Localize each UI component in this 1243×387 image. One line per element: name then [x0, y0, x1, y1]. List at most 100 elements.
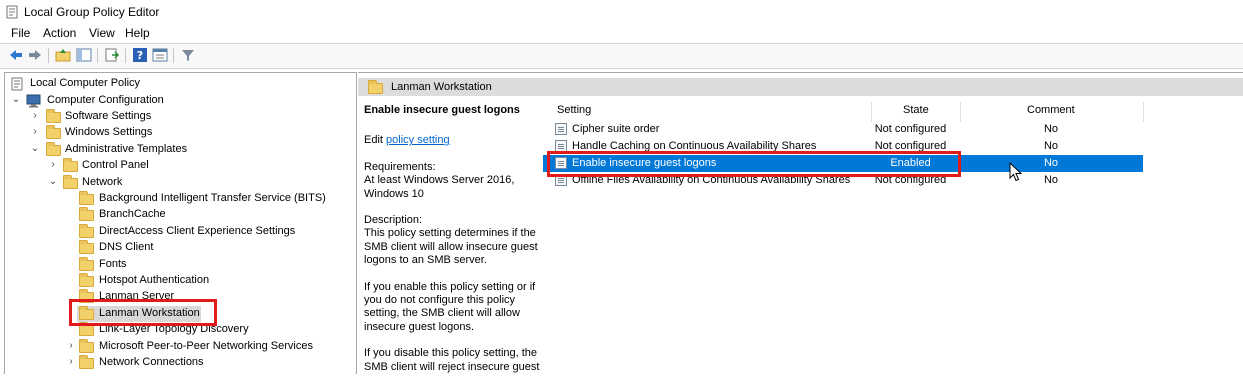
edit-prefix: Edit — [364, 134, 387, 147]
results-pane-title: Lanman Workstation — [391, 81, 492, 93]
tree-node-windows-settings[interactable]: › Windows Settings — [29, 125, 349, 141]
console-tree: Local Computer Policy ⌄ Computer Configu… — [4, 72, 357, 374]
tree-node-local-computer-policy[interactable]: Local Computer Policy — [7, 76, 347, 92]
tree-node-administrative-templates[interactable]: ⌄ Administrative Templates — [29, 142, 349, 158]
menu-view[interactable]: View — [89, 26, 115, 40]
chevron-down-icon[interactable]: ⌄ — [47, 176, 59, 188]
column-divider[interactable] — [1143, 102, 1144, 122]
folder-icon — [46, 125, 61, 139]
folder-icon — [63, 158, 78, 172]
folder-icon — [46, 142, 61, 156]
tree-label: Fonts — [99, 258, 127, 270]
tree-node-network-connections[interactable]: › Network Connections — [65, 355, 345, 371]
toolbar-separator — [173, 48, 174, 63]
toolbar-separator — [48, 48, 49, 63]
requirements-block: Requirements: At least Windows Server 20… — [364, 161, 542, 201]
policy-setting-icon — [555, 123, 567, 135]
chevron-right-icon[interactable]: › — [65, 340, 77, 352]
folder-icon — [79, 207, 94, 221]
menu-file[interactable]: File — [11, 26, 30, 40]
folder-icon — [79, 355, 94, 369]
chevron-down-icon[interactable]: ⌄ — [10, 94, 22, 106]
tree-label: Hotspot Authentication — [99, 274, 210, 286]
tree-label: Background Intelligent Transfer Service … — [99, 192, 326, 204]
requirements-text: At least Windows Server 2016, Windows 10 — [364, 174, 515, 200]
folder-icon — [79, 224, 94, 238]
tree-node-control-panel[interactable]: › Control Panel — [47, 158, 347, 174]
tree-label: BranchCache — [99, 208, 166, 220]
policy-icon — [11, 77, 26, 91]
results-pane: Lanman Workstation Enable insecure guest… — [358, 72, 1243, 374]
policy-comment: No — [1043, 123, 1059, 135]
filter-icon[interactable] — [180, 47, 196, 63]
folder-icon — [79, 339, 94, 353]
help-icon[interactable]: ? — [132, 47, 148, 63]
tree-label: Network Connections — [99, 356, 204, 368]
tree-label: Microsoft Peer-to-Peer Networking Servic… — [99, 340, 313, 352]
tree-node-computer-configuration[interactable]: ⌄ Computer Configuration — [10, 93, 350, 109]
chevron-right-icon[interactable]: › — [29, 126, 41, 138]
folder-icon — [79, 191, 94, 205]
menu-bar: File Action View Help — [0, 24, 1243, 43]
results-pane-header: Lanman Workstation — [358, 78, 1243, 96]
folder-icon — [368, 80, 383, 94]
show-hide-tree-icon[interactable] — [76, 47, 92, 63]
up-folder-icon[interactable] — [55, 47, 71, 63]
policy-editor-icon — [6, 5, 18, 19]
properties-icon[interactable] — [152, 47, 168, 63]
menu-help[interactable]: Help — [125, 26, 150, 40]
export-list-icon[interactable] — [104, 47, 120, 63]
chevron-right-icon[interactable]: › — [47, 159, 59, 171]
tree-node-fonts[interactable]: Fonts — [65, 257, 345, 273]
column-divider[interactable] — [871, 102, 872, 122]
column-divider[interactable] — [960, 102, 961, 122]
requirements-label: Requirements: — [364, 160, 436, 173]
tree-label: Software Settings — [65, 110, 152, 122]
tree-label: Network — [82, 176, 123, 188]
tree-label: Windows Settings — [65, 126, 153, 138]
tree-highlight-box — [69, 299, 217, 326]
tree-node-dns-client[interactable]: DNS Client — [65, 240, 345, 256]
chevron-right-icon[interactable]: › — [29, 110, 41, 122]
tree-node-network[interactable]: ⌄ Network — [47, 175, 347, 191]
folder-icon — [63, 175, 78, 189]
forward-arrow-icon[interactable] — [27, 47, 43, 63]
folder-icon — [79, 240, 94, 254]
edit-policy-setting-link[interactable]: policy setting — [386, 134, 450, 146]
policy-comment: No — [1043, 174, 1059, 186]
policy-comment: No — [1043, 140, 1059, 152]
policy-name: Cipher suite order — [572, 123, 660, 135]
tree-node-hotspot-authentication[interactable]: Hotspot Authentication — [65, 273, 345, 289]
tree-label: Administrative Templates — [65, 143, 188, 155]
chevron-down-icon[interactable]: ⌄ — [29, 143, 41, 155]
description-title: Enable insecure guest logons — [364, 104, 520, 116]
policy-row[interactable]: Cipher suite order Not configured No — [543, 121, 1143, 138]
policy-comment: No — [1043, 157, 1059, 169]
mouse-cursor-icon — [1009, 162, 1023, 182]
tree-label: Computer Configuration — [47, 94, 164, 106]
title-bar: Local Group Policy Editor — [0, 0, 1243, 24]
tree-node-software-settings[interactable]: › Software Settings — [29, 109, 349, 125]
description-block: Description: This policy setting determi… — [364, 214, 542, 268]
window-title: Local Group Policy Editor — [24, 5, 160, 19]
toolbar-separator — [125, 48, 126, 63]
chevron-right-icon[interactable]: › — [65, 356, 77, 368]
tree-label: Local Computer Policy — [30, 77, 141, 89]
tree-node-peer-to-peer[interactable]: › Microsoft Peer-to-Peer Networking Serv… — [65, 339, 345, 355]
folder-icon — [79, 273, 94, 287]
tree-label: Control Panel — [82, 159, 149, 171]
tree-node-directaccess[interactable]: DirectAccess Client Experience Settings — [65, 224, 345, 240]
svg-text:?: ? — [137, 49, 143, 62]
back-arrow-icon[interactable] — [8, 47, 24, 63]
menu-action[interactable]: Action — [43, 26, 76, 40]
folder-icon — [46, 109, 61, 123]
tree-node-branchcache[interactable]: BranchCache — [65, 207, 345, 223]
tree-node-bits[interactable]: Background Intelligent Transfer Service … — [65, 191, 345, 207]
edit-policy-line: Edit policy setting — [364, 134, 542, 147]
extended-description: Enable insecure guest logons Edit policy… — [364, 104, 542, 387]
row-highlight-box — [547, 151, 961, 177]
description-para-1: This policy setting determines if the SM… — [364, 227, 538, 267]
tree-label: DNS Client — [99, 241, 154, 253]
folder-icon — [79, 257, 94, 271]
description-para-2: If you enable this policy setting or if … — [364, 280, 536, 333]
